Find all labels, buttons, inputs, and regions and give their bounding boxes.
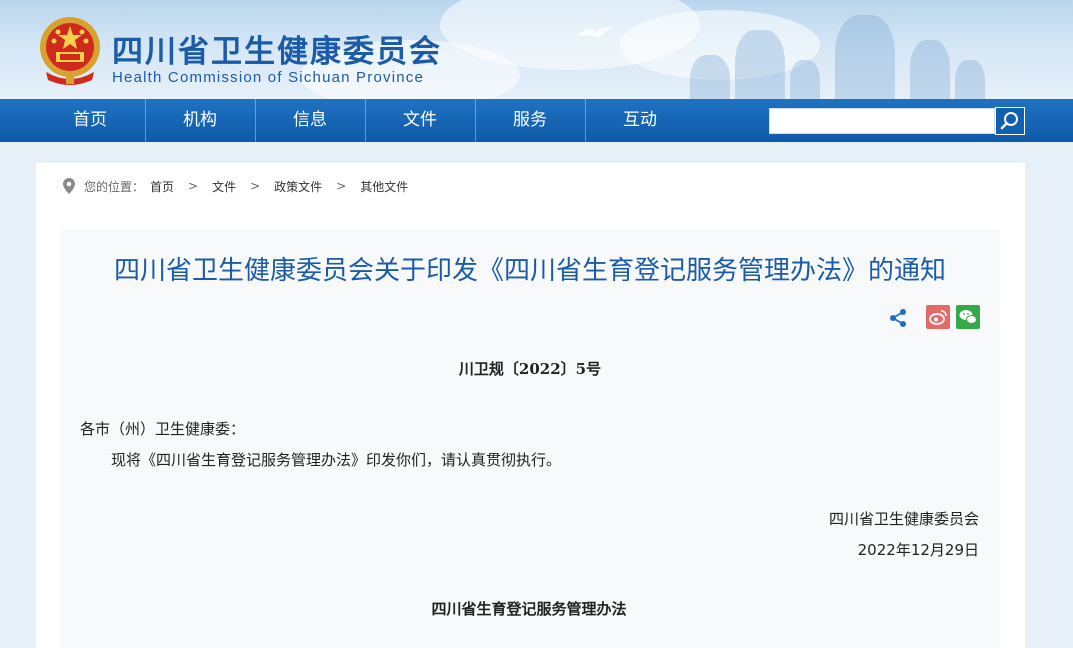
- bird-icon: [577, 26, 613, 38]
- article-container: 四川省卫生健康委员会关于印发《四川省生育登记服务管理办法》的通知: [60, 230, 1000, 648]
- banner-silhouette: [835, 15, 895, 99]
- issue-date: 2022年12月29日: [857, 541, 979, 559]
- breadcrumb-separator: >: [250, 179, 261, 193]
- breadcrumb-label: 您的位置：: [84, 179, 145, 194]
- banner-silhouette: [690, 55, 730, 99]
- breadcrumb-item-policy-documents[interactable]: 政策文件: [274, 178, 322, 195]
- banner-silhouette: [735, 30, 785, 99]
- nav-item-information[interactable]: 信息: [255, 99, 365, 142]
- nav-item-documents[interactable]: 文件: [365, 99, 475, 142]
- location-pin-icon: [63, 178, 75, 194]
- document-number: 川卫规〔2022〕5号: [458, 360, 602, 378]
- banner-silhouette: [910, 40, 950, 99]
- weibo-icon[interactable]: [926, 305, 950, 329]
- banner-silhouette: [790, 60, 820, 99]
- nav-item-interaction[interactable]: 互动: [585, 99, 695, 142]
- site-subtitle: Health Commission of Sichuan Province: [112, 69, 425, 86]
- breadcrumb-item-documents[interactable]: 文件: [212, 178, 236, 195]
- recipient-line: 各市（州）卫生健康委：: [80, 420, 246, 438]
- national-emblem-icon: [40, 17, 100, 85]
- breadcrumb: 您的位置： 首页 > 文件 > 政策文件 > 其他文件: [60, 176, 408, 196]
- search-button[interactable]: [995, 107, 1025, 135]
- body-paragraph: 现将《四川省生育登记服务管理办法》印发你们，请认真贯彻执行。: [111, 451, 562, 469]
- breadcrumb-separator: >: [336, 179, 347, 193]
- search-icon: [1000, 112, 1018, 130]
- wechat-glyph-icon: [959, 310, 977, 324]
- breadcrumb-separator: >: [188, 179, 199, 193]
- attachment-title: 四川省生育登记服务管理办法: [431, 600, 627, 618]
- search-input[interactable]: [769, 108, 995, 134]
- nav-item-organization[interactable]: 机构: [145, 99, 255, 142]
- site-title: 四川省卫生健康委员会: [112, 34, 442, 70]
- issuer-name: 四川省卫生健康委员会: [828, 510, 979, 528]
- header-banner: 四川省卫生健康委员会 Health Commission of Sichuan …: [0, 0, 1073, 99]
- breadcrumb-item-other-documents[interactable]: 其他文件: [360, 178, 408, 195]
- banner-silhouette: [955, 60, 985, 99]
- breadcrumb-item-home[interactable]: 首页: [150, 178, 174, 195]
- article-title: 四川省卫生健康委员会关于印发《四川省生育登记服务管理办法》的通知: [113, 256, 946, 286]
- nav-item-services[interactable]: 服务: [475, 99, 585, 142]
- weibo-glyph-icon: [929, 310, 947, 325]
- share-icon[interactable]: [888, 308, 908, 328]
- nav-item-home[interactable]: 首页: [35, 99, 145, 142]
- wechat-icon[interactable]: [956, 305, 980, 329]
